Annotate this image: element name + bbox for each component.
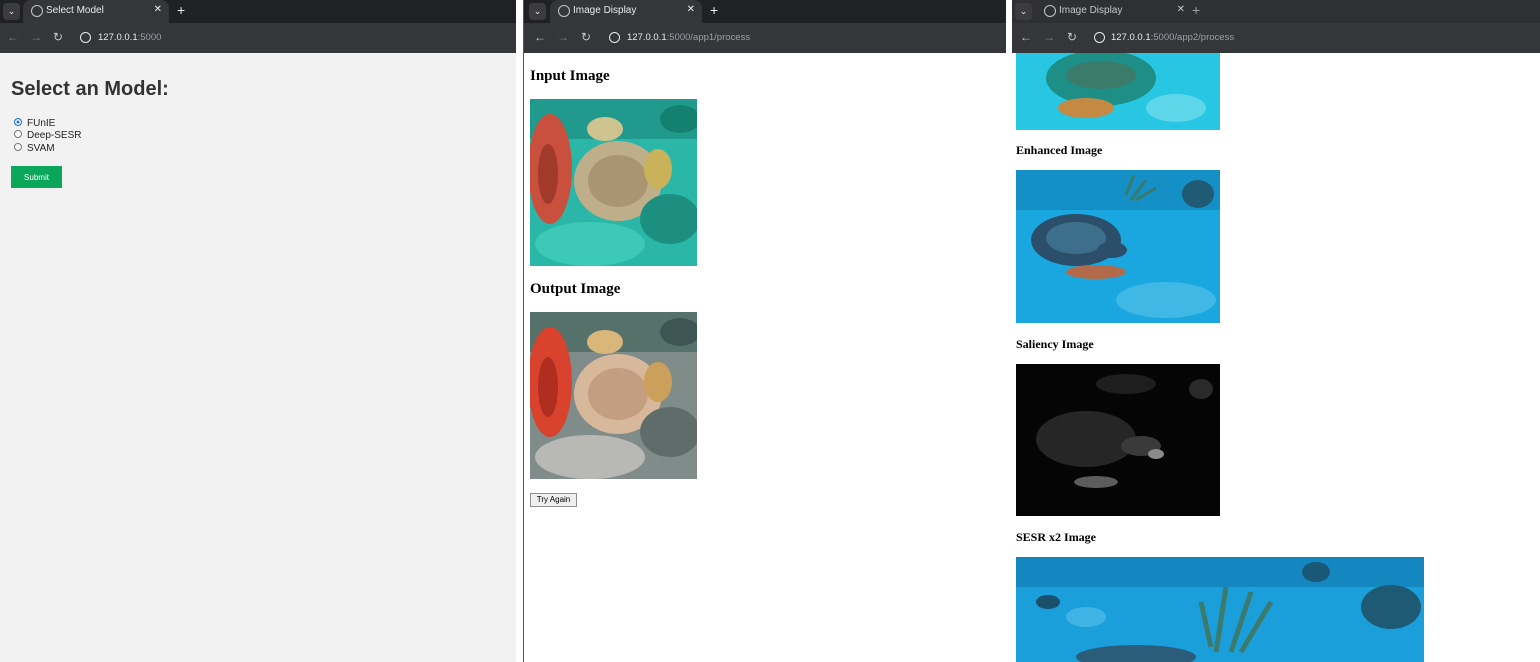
page-content: Input Image Output Image Try Again <box>524 53 1006 662</box>
radio-button-selected[interactable] <box>14 118 22 127</box>
info-icon[interactable]: i <box>1094 32 1105 43</box>
tab-title: Select Model <box>46 5 104 16</box>
browser-window-select-model: ⌄ o Select Model ✕ + ← → ↻ i 127.0.0.1:5… <box>0 0 516 662</box>
radio-label: Deep-SESR <box>27 130 82 141</box>
output-image-heading: Output Image <box>530 281 621 297</box>
saliency-image-heading: Saliency Image <box>1016 337 1094 351</box>
page-title: Select an Model: <box>11 78 169 100</box>
back-arrow-icon[interactable]: ← <box>7 30 19 44</box>
globe-icon: o <box>558 5 570 17</box>
tab-strip: ⌄ o Image Display ✕ + <box>1012 0 1540 23</box>
address-bar: ← → ↻ i 127.0.0.1:5000 <box>0 23 516 53</box>
radio-option-funie[interactable]: FUnIE <box>14 118 55 129</box>
browser-window-app2: ⌄ o Image Display ✕ + ← → ↻ i 127.0.0.1:… <box>1012 0 1540 662</box>
tab-image-display[interactable]: o Image Display ✕ <box>550 0 702 23</box>
address-bar: ← → ↻ i 127.0.0.1:5000/app2/process <box>1012 23 1540 53</box>
tab-strip: ⌄ o Image Display ✕ + <box>524 0 1006 23</box>
saliency-image <box>1016 364 1220 516</box>
tab-strip: ⌄ o Select Model ✕ + <box>0 0 516 23</box>
sesr-image-heading: SESR x2 Image <box>1016 530 1097 544</box>
output-image <box>530 312 697 479</box>
enhanced-image-heading: Enhanced Image <box>1016 143 1103 157</box>
radio-button[interactable] <box>14 130 22 139</box>
close-icon[interactable]: ✕ <box>154 4 162 15</box>
submit-button[interactable]: Submit <box>11 166 62 188</box>
radio-label: FUnIE <box>27 118 56 129</box>
radio-button[interactable] <box>14 143 22 152</box>
tab-title: Image Display <box>573 5 637 16</box>
page-content: Select an Model: FUnIE Deep-SESR SVAM Su… <box>0 53 516 662</box>
plus-icon[interactable]: + <box>177 3 185 18</box>
tab-select-model[interactable]: o Select Model ✕ <box>23 0 169 23</box>
radio-option-deep-sesr[interactable]: Deep-SESR <box>14 130 81 141</box>
input-image-heading: Input Image <box>530 68 610 84</box>
reload-icon[interactable]: ↻ <box>53 30 63 44</box>
radio-label: SVAM <box>27 143 55 154</box>
globe-icon: o <box>31 5 43 17</box>
close-icon[interactable]: ✕ <box>687 4 695 15</box>
enhanced-image <box>1016 170 1220 323</box>
info-icon[interactable]: i <box>80 32 91 43</box>
reload-icon[interactable]: ↻ <box>581 30 591 44</box>
chevron-down-icon[interactable]: ⌄ <box>529 3 546 20</box>
tab-image-display[interactable]: o Image Display ✕ <box>1036 0 1192 23</box>
radio-option-svam[interactable]: SVAM <box>14 143 55 154</box>
chevron-down-icon[interactable]: ⌄ <box>3 3 20 20</box>
tab-title: Image Display <box>1059 5 1123 16</box>
input-image <box>530 99 697 266</box>
browser-window-app1: ⌄ o Image Display ✕ + ← → ↻ i 127.0.0.1:… <box>523 0 1006 662</box>
url-field[interactable]: 127.0.0.1:5000/app1/process <box>627 32 750 43</box>
url-field[interactable]: 127.0.0.1:5000/app2/process <box>1111 32 1234 43</box>
plus-icon[interactable]: + <box>710 3 718 18</box>
try-again-button[interactable]: Try Again <box>530 493 577 507</box>
page-content: Enhanced Image Saliency Image SESR x2 Im… <box>1012 53 1540 662</box>
previous-image-partial <box>1016 53 1220 130</box>
url-field[interactable]: 127.0.0.1:5000 <box>98 32 161 43</box>
chevron-down-icon[interactable]: ⌄ <box>1015 3 1032 20</box>
close-icon[interactable]: ✕ <box>1177 4 1185 15</box>
sesr-x2-image <box>1016 557 1424 662</box>
plus-icon[interactable]: + <box>1192 3 1200 18</box>
back-arrow-icon[interactable]: ← <box>1020 30 1032 44</box>
info-icon[interactable]: i <box>609 32 620 43</box>
globe-icon: o <box>1044 5 1056 17</box>
forward-arrow-icon[interactable]: → <box>30 30 42 44</box>
forward-arrow-icon[interactable]: → <box>557 30 569 44</box>
forward-arrow-icon[interactable]: → <box>1043 30 1055 44</box>
address-bar: ← → ↻ i 127.0.0.1:5000/app1/process <box>524 23 1006 53</box>
reload-icon[interactable]: ↻ <box>1067 30 1077 44</box>
back-arrow-icon[interactable]: ← <box>534 30 546 44</box>
